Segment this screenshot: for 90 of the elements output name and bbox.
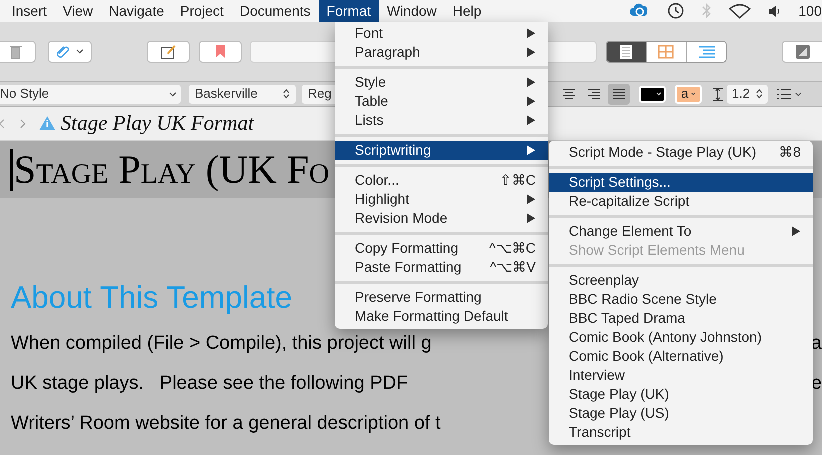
submenu-arrow-icon: [526, 115, 536, 126]
document-icon: [620, 44, 632, 58]
text-color-well[interactable]: [639, 86, 666, 102]
text-cursor: [10, 148, 13, 190]
menu-bar-item[interactable]: Navigate: [101, 0, 172, 22]
submenu-arrow-icon: [526, 145, 536, 156]
pencil-note-icon: [160, 44, 177, 58]
menu-item[interactable]: Script Settings...: [549, 173, 813, 192]
menu-bar-item[interactable]: Insert: [4, 0, 56, 22]
font-dropdown[interactable]: Baskerville: [189, 84, 296, 104]
alignment-button[interactable]: [608, 84, 630, 104]
menu-item[interactable]: Comic Book (Antony Johnston): [549, 328, 813, 347]
menu-bar-item[interactable]: Help: [444, 0, 490, 22]
menu-item[interactable]: Screenplay: [549, 271, 813, 290]
submenu-arrow-icon: [526, 96, 536, 107]
justify-icon: [613, 89, 625, 99]
menu-bar-item[interactable]: Format: [318, 0, 380, 22]
body-text: UK stage plays. Please see the following PDF: [11, 373, 408, 394]
list-button[interactable]: [777, 88, 802, 100]
warning-icon: [39, 116, 56, 131]
menu-item[interactable]: Preserve Formatting: [335, 288, 548, 307]
menu-item[interactable]: Scriptwriting: [335, 141, 548, 160]
list-icon: [777, 88, 791, 100]
shortcut-label: ⇧⌘C: [500, 171, 536, 190]
menu-item[interactable]: BBC Radio Scene Style: [549, 290, 813, 309]
menu-item[interactable]: Change Element To: [549, 222, 813, 241]
attachment-button[interactable]: [48, 40, 92, 62]
chevron-down-icon: [169, 92, 177, 96]
line-spacing-field[interactable]: 1.2: [727, 84, 768, 104]
chevron-down-icon: [690, 92, 696, 96]
menu-item[interactable]: BBC Taped Drama: [549, 309, 813, 328]
menu-item[interactable]: Transcript: [549, 423, 813, 442]
clock-icon[interactable]: [666, 2, 685, 20]
submenu-arrow-icon: [526, 194, 536, 205]
paperclip-icon: [56, 44, 70, 58]
trash-icon: [10, 44, 22, 58]
menu-bar-item[interactable]: Documents: [232, 0, 319, 22]
submenu-arrow-icon: [526, 28, 536, 39]
menu-bar-item[interactable]: View: [55, 0, 102, 22]
corkboard-icon: [658, 44, 674, 58]
shortcut-label: ^⌥⌘C: [489, 239, 536, 258]
up-down-icon: [756, 89, 763, 99]
chevron-down-icon: [76, 49, 84, 54]
wifi-icon[interactable]: [728, 4, 751, 18]
menu-item[interactable]: Script Mode - Stage Play (UK) ⌘8: [549, 143, 813, 162]
menu-item[interactable]: Color... ⇧⌘C: [335, 171, 548, 190]
speaker-icon[interactable]: [768, 4, 782, 18]
body-text: Writers’ Room website for a general description of t: [11, 413, 441, 434]
align-center-icon: [563, 89, 575, 99]
menu-item[interactable]: Font: [335, 24, 548, 43]
submenu-arrow-icon: [526, 47, 536, 58]
menu-item[interactable]: Stage Play (US): [549, 404, 813, 423]
submenu-arrow-icon: [526, 213, 536, 224]
menu-item[interactable]: Paste Formatting ^⌥⌘V: [335, 258, 548, 277]
bookmark-button[interactable]: [199, 40, 242, 62]
chevron-down-icon: [795, 92, 802, 96]
bookmark-icon: [216, 45, 226, 58]
menu-item[interactable]: Revision Mode: [335, 209, 548, 228]
align-right-icon: [588, 89, 600, 99]
trash-button[interactable]: [0, 40, 36, 62]
layout-button[interactable]: [782, 40, 822, 62]
shortcut-label: ^⌥⌘V: [490, 258, 536, 277]
document-title: Stage Play UK Format: [61, 110, 254, 137]
menu-item[interactable]: Comic Book (Alternative): [549, 347, 813, 366]
chevron-down-icon: [656, 92, 662, 96]
menu-bar-item[interactable]: Project: [172, 0, 232, 22]
menu-item[interactable]: Lists: [335, 111, 548, 130]
section-heading: About This Template: [11, 280, 292, 316]
menu-bar-item[interactable]: Window: [379, 0, 445, 22]
submenu-arrow-icon: [791, 226, 801, 237]
submenu-arrow-icon: [526, 77, 536, 88]
panel-toggle-icon: [796, 44, 810, 58]
menu-item[interactable]: Interview: [549, 366, 813, 385]
menu-item[interactable]: Stage Play (UK): [549, 385, 813, 404]
body-text: When compiled (File > Compile), this project will g: [11, 333, 432, 354]
menu-item[interactable]: Make Formatting Default: [335, 307, 548, 326]
menu-item[interactable]: Re-capitalize Script: [549, 192, 813, 211]
line-spacing-icon: [713, 88, 723, 100]
outline-icon: [698, 46, 715, 58]
script-title: Stage Play (UK Fo: [14, 148, 330, 192]
up-down-icon: [283, 89, 290, 99]
highlight-color-well[interactable]: a: [675, 84, 702, 104]
battery-percentage: 100: [798, 2, 822, 20]
menu-item[interactable]: Highlight: [335, 190, 548, 209]
compose-button[interactable]: [146, 40, 190, 62]
style-dropdown[interactable]: No Style: [0, 84, 181, 104]
menu-item[interactable]: Paragraph: [335, 43, 548, 62]
view-mode-button[interactable]: [606, 42, 646, 62]
menu-item[interactable]: Copy Formatting ^⌥⌘C: [335, 239, 548, 258]
shortcut-label: ⌘8: [779, 143, 801, 162]
